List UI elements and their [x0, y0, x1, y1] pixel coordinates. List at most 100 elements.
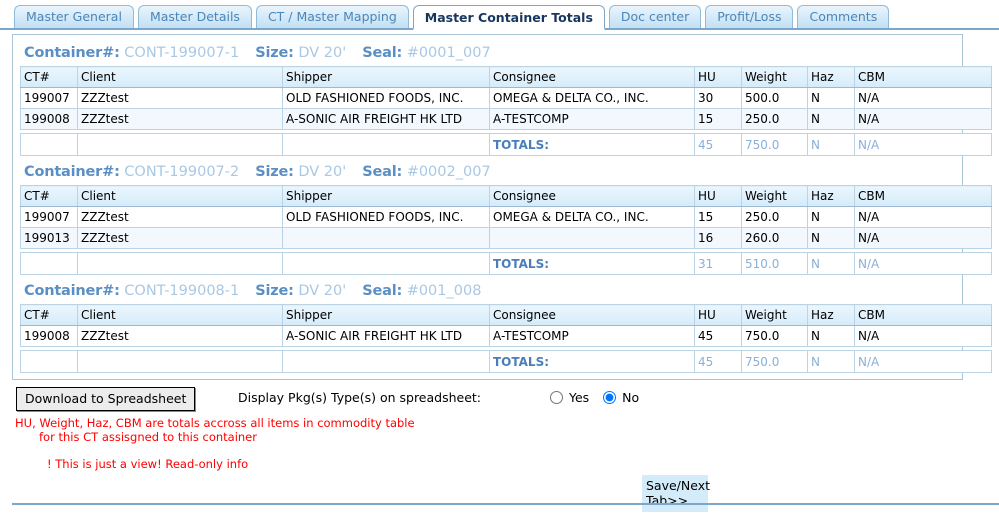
totals-cbm: N/A	[854, 350, 992, 373]
container-header: Container#: CONT-199007-1 Size: DV 20' Sea…	[20, 41, 955, 66]
container-block: Container#: CONT-199008-1 Size: DV 20' Sea…	[20, 279, 992, 373]
cell-ct: 199007	[20, 206, 78, 228]
container-header-container-no-value: CONT-199007-1	[124, 45, 240, 61]
container-header-size-label: Size:	[255, 45, 294, 61]
totals-label: TOTALS:	[489, 350, 695, 373]
totals-blank-cell	[77, 350, 283, 373]
cell-shipper	[282, 227, 490, 249]
radio-yes-input[interactable]	[550, 391, 563, 404]
column-header-consignee: Consignee	[489, 66, 695, 88]
totals-hu: 31	[694, 252, 742, 275]
cell-haz: N	[807, 108, 855, 130]
container-header-container-label: Container#:	[24, 283, 120, 299]
container-header-container-label: Container#:	[24, 164, 120, 180]
column-header-consignee: Consignee	[489, 185, 695, 207]
totals-blank-cell	[20, 350, 78, 373]
container-header: Container#: CONT-199008-1 Size: DV 20' Sea…	[20, 279, 955, 304]
column-header-haz: Haz	[807, 304, 855, 326]
container-header-container-label: Container#:	[24, 45, 120, 61]
display-pkg-types-label: Display Pkg(s) Type(s) on spreadsheet:	[238, 390, 482, 405]
totals-weight: 750.0	[741, 133, 808, 156]
container-header-container-no-value: CONT-199007-2	[124, 164, 240, 180]
totals-hu: 45	[694, 350, 742, 373]
totals-haz: N	[807, 350, 855, 373]
totals-haz: N	[807, 133, 855, 156]
container-totals-table: TOTALS: 45 750.0 N N/A	[20, 350, 992, 373]
cell-shipper: A-SONIC AIR FREIGHT HK LTD	[282, 325, 490, 347]
table-row: 199007 ZZZtest OLD FASHIONED FOODS, INC. OM…	[20, 87, 992, 109]
cell-cbm: N/A	[854, 108, 992, 130]
container-items-table: CT# Client Shipper Consignee HU Weight Haz CBM 1…	[20, 304, 992, 347]
tab-doc-center[interactable]: Doc center	[608, 5, 702, 28]
cell-hu: 15	[694, 108, 742, 130]
cell-shipper: A-SONIC AIR FREIGHT HK LTD	[282, 108, 490, 130]
totals-explanation-note: HU, Weight, Haz, CBM are totals accross …	[15, 416, 415, 444]
tab-master-details[interactable]: Master Details	[137, 5, 252, 28]
totals-blank-cell	[20, 252, 78, 275]
radio-yes-option[interactable]: Yes	[550, 390, 593, 405]
totals-row: TOTALS: 45 750.0 N N/A	[20, 350, 992, 373]
cell-weight: 750.0	[741, 325, 808, 347]
container-items-table: CT# Client Shipper Consignee HU Weight Haz CBM 1…	[20, 66, 992, 130]
table-row: 199008 ZZZtest A-SONIC AIR FREIGHT HK LTD A…	[20, 325, 992, 347]
cell-consignee: A-TESTCOMP	[489, 325, 695, 347]
totals-cbm: N/A	[854, 133, 992, 156]
tab-master-general[interactable]: Master General	[14, 5, 134, 28]
cell-client: ZZZtest	[77, 108, 283, 130]
display-pkg-types-radio-group[interactable]: Yes No	[550, 390, 649, 405]
cell-client: ZZZtest	[77, 206, 283, 228]
cell-cbm: N/A	[854, 87, 992, 109]
totals-label: TOTALS:	[489, 252, 695, 275]
radio-no-input[interactable]	[603, 391, 617, 404]
totals-row: TOTALS: 31 510.0 N N/A	[20, 252, 992, 275]
cell-haz: N	[807, 206, 855, 228]
column-header-weight: Weight	[741, 66, 808, 88]
container-totals-table: TOTALS: 31 510.0 N N/A	[20, 252, 992, 275]
column-header-client: Client	[77, 304, 283, 326]
totals-blank-cell	[20, 133, 78, 156]
cell-weight: 250.0	[741, 108, 808, 130]
totals-row: TOTALS: 45 750.0 N N/A	[20, 133, 992, 156]
cell-weight: 260.0	[741, 227, 808, 249]
column-header-ct: CT#	[20, 304, 78, 326]
cell-hu: 15	[694, 206, 742, 228]
totals-cbm: N/A	[854, 252, 992, 275]
download-to-spreadsheet-button[interactable]: Download to Spreadsheet	[16, 387, 196, 411]
tab-comments[interactable]: Comments	[797, 5, 890, 28]
cell-consignee	[489, 227, 695, 249]
container-header-seal-value: #0001_007	[406, 45, 491, 61]
container-totals-panel: Container#: CONT-199007-1 Size: DV 20' Sea…	[12, 34, 992, 380]
totals-blank-cell	[282, 350, 490, 373]
totals-blank-cell	[77, 252, 283, 275]
container-header-size-value: DV 20'	[298, 45, 347, 61]
table-row: 199013 ZZZtest 16 260.0 N N/A	[20, 227, 992, 249]
tab-profit-loss[interactable]: Profit/Loss	[705, 5, 794, 28]
totals-haz: N	[807, 252, 855, 275]
column-header-cbm: CBM	[854, 66, 992, 88]
column-header-cbm: CBM	[854, 304, 992, 326]
container-header-size-label: Size:	[255, 164, 294, 180]
totals-label: TOTALS:	[489, 133, 695, 156]
container-block: Container#: CONT-199007-1 Size: DV 20' Sea…	[20, 41, 992, 156]
container-header-seal-label: Seal:	[362, 164, 403, 180]
cell-shipper: OLD FASHIONED FOODS, INC.	[282, 87, 490, 109]
totals-weight: 750.0	[741, 350, 808, 373]
bottom-controls: Download to Spreadsheet Display Pkg(s) T…	[12, 387, 999, 512]
cell-hu: 45	[694, 325, 742, 347]
tab-master-container-totals[interactable]: Master Container Totals	[412, 5, 605, 30]
save-next-tab-button[interactable]: Save/Next Tab>>	[642, 475, 710, 512]
table-header-row: CT# Client Shipper Consignee HU Weight Haz CBM	[20, 304, 992, 326]
totals-blank-cell	[77, 133, 283, 156]
cell-weight: 500.0	[741, 87, 808, 109]
container-header: Container#: CONT-199007-2 Size: DV 20' Sea…	[20, 160, 955, 185]
column-header-shipper: Shipper	[282, 66, 490, 88]
column-header-weight: Weight	[741, 304, 808, 326]
cell-haz: N	[807, 87, 855, 109]
container-header-seal-value: #001_008	[406, 283, 482, 299]
tab-ct-master-mapping[interactable]: CT / Master Mapping	[255, 5, 409, 28]
cell-cbm: N/A	[854, 206, 992, 228]
radio-no-option[interactable]: No	[603, 390, 639, 405]
column-header-shipper: Shipper	[282, 185, 490, 207]
cell-consignee: OMEGA & DELTA CO., INC.	[489, 206, 695, 228]
container-header-container-no-value: CONT-199008-1	[124, 283, 240, 299]
